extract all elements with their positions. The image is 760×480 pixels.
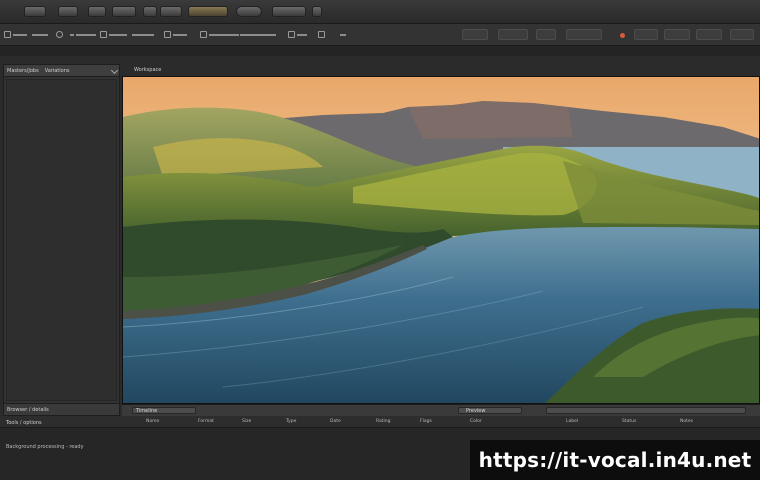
- view-mode-button[interactable]: [462, 29, 488, 40]
- tab-variations[interactable]: Variations: [45, 68, 70, 74]
- tool-white-balance[interactable]: [240, 29, 276, 40]
- app-mode-button-active[interactable]: [188, 6, 228, 17]
- compare-button[interactable]: [498, 29, 528, 40]
- record-indicator-icon: [620, 33, 625, 38]
- histogram-button[interactable]: [566, 29, 602, 40]
- preview-label: Preview: [466, 408, 486, 414]
- image-viewer[interactable]: [122, 76, 760, 404]
- watermark-text: https://it-vocal.in4u.net: [478, 448, 752, 472]
- column-header[interactable]: Notes: [680, 419, 693, 424]
- tool-brush[interactable]: [100, 29, 127, 40]
- layout-button[interactable]: [730, 29, 754, 40]
- column-header[interactable]: Type: [286, 419, 296, 424]
- select-icon: [4, 31, 11, 38]
- watermark-banner: https://it-vocal.in4u.net: [470, 440, 760, 480]
- app-mode-button-6[interactable]: [160, 6, 182, 17]
- app-mode-button-4[interactable]: [112, 6, 136, 17]
- left-panel: Masters/Jobs Variations Browser / detail…: [3, 64, 120, 416]
- panel-list[interactable]: [6, 79, 117, 401]
- curves-icon: [164, 31, 171, 38]
- tool-levels[interactable]: [132, 29, 154, 40]
- panel-tabs: Masters/Jobs Variations: [4, 65, 119, 77]
- tool-exposure[interactable]: [200, 29, 239, 40]
- timeline-bar: Timeline Preview: [122, 404, 760, 416]
- export-button[interactable]: [634, 29, 658, 40]
- column-header[interactable]: Size: [242, 419, 251, 424]
- column-header[interactable]: Status: [622, 419, 636, 424]
- column-header[interactable]: Label: [566, 419, 578, 424]
- column-header[interactable]: Rating: [376, 419, 391, 424]
- tool-sharpen[interactable]: [288, 29, 307, 40]
- app-mode-button-3[interactable]: [88, 6, 106, 17]
- tool-straighten[interactable]: [70, 29, 96, 40]
- toolbar: [0, 24, 760, 46]
- chevron-down-icon[interactable]: [110, 66, 119, 75]
- app-menu-button[interactable]: [312, 6, 322, 17]
- timeline-track[interactable]: [546, 407, 746, 414]
- column-header[interactable]: Format: [198, 419, 214, 424]
- tool-crop[interactable]: [32, 29, 48, 40]
- tool-noise[interactable]: [318, 29, 325, 40]
- landscape-photo: [123, 77, 759, 403]
- app-mode-button-9[interactable]: [272, 6, 306, 17]
- brush-icon: [100, 31, 107, 38]
- share-button[interactable]: [664, 29, 690, 40]
- app-mode-button-2[interactable]: [58, 6, 78, 17]
- app-mode-button-1[interactable]: [24, 6, 46, 17]
- panel-footer: Browser / details: [4, 403, 119, 415]
- tab-masters[interactable]: Masters/Jobs: [7, 68, 39, 74]
- tool-rotate[interactable]: [56, 29, 63, 40]
- timeline-label: Timeline: [136, 408, 158, 414]
- rotate-icon: [56, 31, 63, 38]
- bottom-panel-title: Tools / options: [6, 420, 42, 426]
- viewer-title: Workspace: [134, 67, 162, 73]
- zoom-button[interactable]: [536, 29, 556, 40]
- tool-vignette[interactable]: [340, 29, 346, 40]
- column-header[interactable]: Color: [470, 419, 482, 424]
- column-header[interactable]: Date: [330, 419, 341, 424]
- exposure-icon: [200, 31, 207, 38]
- settings-button[interactable]: [696, 29, 722, 40]
- bottom-header-row: Tools / options Name Format Size Type Da…: [0, 416, 760, 428]
- column-header[interactable]: Flags: [420, 419, 432, 424]
- separator-strip: [0, 46, 760, 56]
- noise-icon: [318, 31, 325, 38]
- app-mode-button-5[interactable]: [143, 6, 157, 17]
- app-bar: [0, 0, 760, 24]
- tool-select[interactable]: [4, 29, 27, 40]
- status-text: Background processing - ready: [6, 444, 84, 450]
- sharpen-icon: [288, 31, 295, 38]
- app-mode-button-8[interactable]: [236, 6, 262, 17]
- panel-footer-label: Browser / details: [7, 406, 49, 413]
- column-header[interactable]: Name: [146, 419, 159, 424]
- tool-curves[interactable]: [164, 29, 187, 40]
